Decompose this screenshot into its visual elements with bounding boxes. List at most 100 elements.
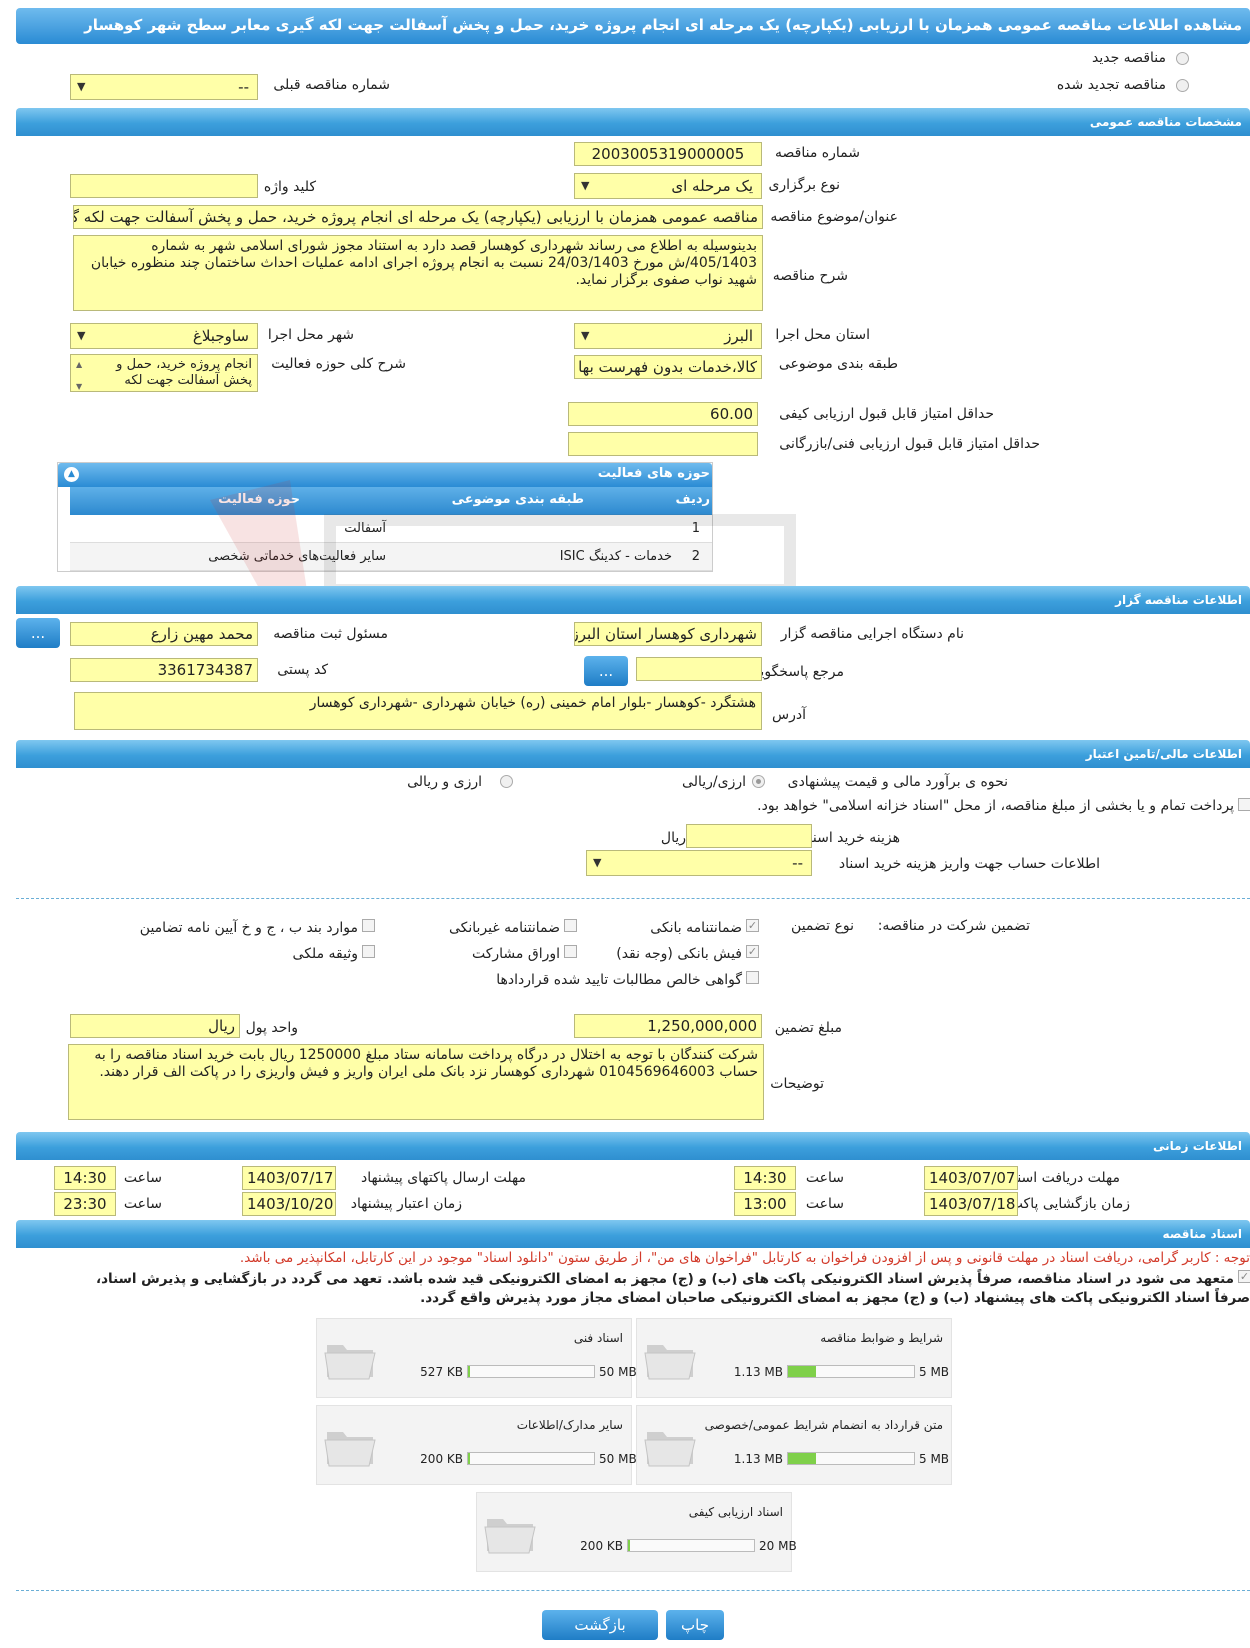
address-field[interactable]: هشتگرد -کوهسار -بلوار امام خمینی (ره) خی… bbox=[74, 692, 762, 730]
folder-icon bbox=[643, 1333, 699, 1383]
activities-table-header: حوزه های فعالیت ▲ bbox=[58, 463, 712, 487]
claims-cert-checkbox[interactable] bbox=[746, 971, 759, 984]
document-file-box[interactable]: اسناد ارزیابی کیفی 20 MB 200 KB bbox=[476, 1492, 797, 1572]
bonds-label: اوراق مشارکت bbox=[471, 946, 560, 962]
opening-time-field[interactable]: 13:00 bbox=[734, 1192, 796, 1216]
doc-cost-field[interactable] bbox=[686, 824, 812, 848]
row-activity: آسفالت bbox=[344, 521, 386, 536]
document-max-size: 5 MB bbox=[919, 1365, 950, 1379]
validity-time-field[interactable]: 23:30 bbox=[54, 1192, 116, 1216]
activity-desc-field[interactable]: انجام پروژه خرید، حمل و پخش آسفالت جهت ل… bbox=[70, 354, 258, 392]
postal-field[interactable]: 3361734387 bbox=[70, 658, 258, 682]
property-checkbox[interactable] bbox=[362, 945, 375, 958]
print-button[interactable]: چاپ bbox=[666, 1610, 724, 1640]
back-button[interactable]: بازگشت bbox=[542, 1610, 658, 1640]
document-file-box[interactable]: اسناد فنی 50 MB 527 KB bbox=[316, 1318, 637, 1398]
holding-type-select[interactable]: ▼ یک مرحله ای bbox=[574, 173, 762, 199]
keyword-field[interactable] bbox=[70, 174, 258, 198]
submit-time-field[interactable]: 14:30 bbox=[54, 1166, 116, 1190]
table-row: 2 خدمات - کدینگ ISIC سایر فعالیت‌های خدم… bbox=[70, 543, 712, 571]
scroll-up-icon[interactable]: ▲ bbox=[76, 357, 82, 373]
table-row: 1 آسفالت bbox=[70, 515, 712, 543]
chevron-down-icon: ▼ bbox=[581, 329, 590, 342]
document-file-name: متن قرارداد به انضمام شرایط عمومی/خصوصی bbox=[704, 1418, 943, 1432]
document-progress-fill bbox=[468, 1453, 470, 1464]
treasury-checkbox[interactable] bbox=[1238, 798, 1250, 811]
currency-field[interactable]: ریال bbox=[70, 1014, 240, 1038]
notes-field[interactable]: شرکت کنندگان با توجه به اختلال در درگاه … bbox=[68, 1044, 764, 1120]
renewed-tender-radio[interactable] bbox=[1176, 79, 1189, 92]
document-file-box[interactable]: شرایط و ضوابط مناقصه 5 MB 1.13 MB bbox=[636, 1318, 952, 1398]
non-bank-guarantee-checkbox[interactable] bbox=[564, 919, 577, 932]
account-select[interactable]: ▼ -- bbox=[586, 850, 812, 876]
chevron-down-icon: ▼ bbox=[77, 329, 86, 342]
document-file-box[interactable]: سایر مدارک/اطلاعات 50 MB 200 KB bbox=[316, 1405, 637, 1485]
document-file-name: اسناد فنی bbox=[573, 1331, 623, 1345]
time-label: ساعت bbox=[123, 1196, 162, 1212]
section-organizer-title: اطلاعات مناقصه گزار bbox=[1115, 593, 1242, 607]
collapse-icon[interactable]: ▲ bbox=[64, 467, 79, 482]
doc-receive-time-field[interactable]: 14:30 bbox=[734, 1166, 796, 1190]
document-progress-fill bbox=[628, 1540, 630, 1551]
divider bbox=[16, 1590, 1250, 1591]
agency-label: نام دستگاه اجرایی مناقصه گزار bbox=[780, 626, 964, 642]
subject-field[interactable]: مناقصه عمومی همزمان با ارزیابی (یکپارچه)… bbox=[73, 205, 763, 229]
document-file-box[interactable]: متن قرارداد به انضمام شرایط عمومی/خصوصی 5… bbox=[636, 1405, 952, 1485]
agency-field[interactable]: شهرداری کوهسار استان البرز bbox=[574, 622, 762, 646]
guarantee-type-label: نوع تضمین bbox=[791, 918, 854, 934]
scroll-down-icon[interactable]: ▼ bbox=[76, 379, 82, 391]
claims-cert-label: گواهی خالص مطالبات تایید شده قراردادها bbox=[496, 972, 742, 988]
page-title: مشاهده اطلاعات مناقصه عمومی همزمان با ار… bbox=[84, 16, 1242, 34]
amount-field[interactable]: 1,250,000,000 bbox=[574, 1014, 762, 1038]
commitment-checkbox[interactable]: ✓ bbox=[1238, 1270, 1250, 1283]
opening-date-field[interactable]: 1403/07/18 bbox=[924, 1192, 1018, 1216]
city-select[interactable]: ▼ ساوجبلاغ bbox=[70, 323, 258, 349]
section-financial-header: اطلاعات مالی/تامین اعتبار bbox=[16, 740, 1250, 768]
prev-number-select[interactable]: ▼ -- bbox=[70, 74, 258, 100]
document-progress-fill bbox=[788, 1453, 816, 1464]
folder-icon bbox=[483, 1507, 539, 1557]
registrar-label: مسئول ثبت مناقصه bbox=[273, 626, 388, 642]
currency-label: واحد پول bbox=[245, 1020, 298, 1036]
description-field[interactable]: بدینوسیله به اطلاع می رساند شهرداری کوهس… bbox=[73, 235, 763, 311]
row-category: خدمات - کدینگ ISIC bbox=[559, 549, 672, 564]
estimate-label: نحوه ی برآورد مالی و قیمت پیشنهادی bbox=[787, 774, 1008, 790]
clauses-checkbox[interactable] bbox=[362, 919, 375, 932]
postal-label: کد پستی bbox=[277, 662, 328, 678]
amount-label: مبلغ تضمین bbox=[774, 1020, 842, 1036]
currency-and-rial-radio[interactable] bbox=[500, 775, 513, 788]
city-label: شهر محل اجرا bbox=[267, 327, 354, 343]
section-general-title: مشخصات مناقصه عمومی bbox=[1089, 115, 1242, 129]
rial-currency-label: ارزی/ریالی bbox=[682, 774, 746, 790]
reference-field[interactable] bbox=[636, 657, 762, 681]
subject-label: عنوان/موضوع مناقصه bbox=[770, 209, 898, 225]
tender-number-field[interactable]: 2003005319000005 bbox=[574, 142, 762, 166]
col-activity: حوزه فعالیت bbox=[218, 492, 300, 507]
min-technical-field[interactable] bbox=[568, 432, 758, 456]
commitment-line-1: متعهد می شود در اسناد مناقصه، صرفاً پذیر… bbox=[95, 1271, 1234, 1287]
validity-date-field[interactable]: 1403/10/20 bbox=[242, 1192, 336, 1216]
doc-receive-date-field[interactable]: 1403/07/07 bbox=[924, 1166, 1018, 1190]
doc-receive-label: مهلت دریافت اسناد bbox=[1006, 1170, 1120, 1186]
province-select[interactable]: ▼ البرز bbox=[574, 323, 762, 349]
reference-more-button[interactable]: ... bbox=[584, 656, 628, 686]
treasury-text: پرداخت تمام و یا بخشی از مبلغ مناقصه، از… bbox=[757, 798, 1234, 814]
document-file-name: اسناد ارزیابی کیفی bbox=[688, 1505, 783, 1519]
registrar-field[interactable]: محمد مهین زارع bbox=[70, 622, 258, 646]
new-tender-radio[interactable] bbox=[1176, 52, 1189, 65]
cash-receipt-checkbox[interactable]: ✓ bbox=[746, 945, 759, 958]
renewed-tender-label: مناقصه تجدید شده bbox=[1056, 77, 1166, 93]
rial-currency-radio[interactable] bbox=[752, 775, 765, 788]
category-field[interactable]: کالا،خدمات بدون فهرست بها bbox=[574, 355, 762, 379]
submit-date-field[interactable]: 1403/07/17 bbox=[242, 1166, 336, 1190]
registrar-more-button[interactable]: ... bbox=[16, 618, 60, 648]
activities-columns: ردیف طبقه بندی موضوعی حوزه فعالیت bbox=[70, 487, 712, 515]
min-quality-field[interactable]: 60.00 bbox=[568, 402, 758, 426]
document-progress-bar bbox=[467, 1365, 595, 1378]
property-label: وثیقه ملکی bbox=[292, 946, 358, 962]
bank-guarantee-checkbox[interactable]: ✓ bbox=[746, 919, 759, 932]
bonds-checkbox[interactable] bbox=[564, 945, 577, 958]
participation-label: تضمین شرکت در مناقصه: bbox=[877, 918, 1030, 934]
document-progress-bar bbox=[787, 1365, 915, 1378]
page-header: مشاهده اطلاعات مناقصه عمومی همزمان با ار… bbox=[16, 8, 1250, 44]
